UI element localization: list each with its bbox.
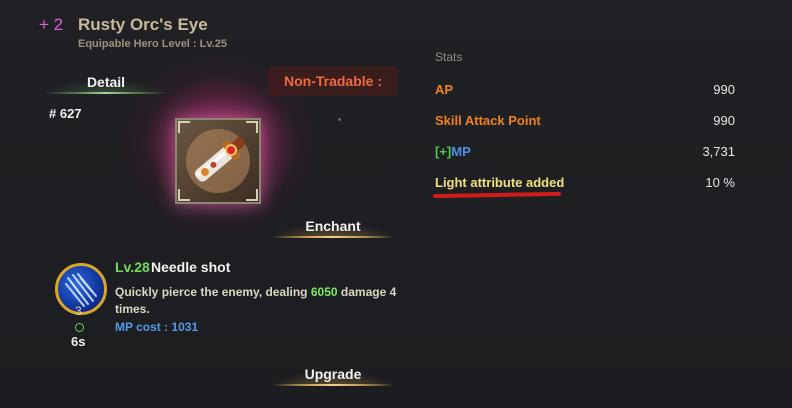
skill-mp-cost: MP cost : 1031 bbox=[115, 320, 199, 334]
skill-stack-count: 3 bbox=[75, 304, 82, 318]
stat-value: 990 bbox=[713, 113, 735, 128]
enchant-tab[interactable]: Enchant bbox=[272, 216, 394, 238]
item-icon-frame[interactable] bbox=[175, 118, 261, 204]
skill-name: Needle shot bbox=[151, 259, 231, 275]
stat-label-text: MP bbox=[451, 144, 471, 159]
stat-value: 3,731 bbox=[702, 144, 735, 159]
stat-label: Skill Attack Point bbox=[435, 113, 541, 128]
stat-value: 990 bbox=[713, 82, 735, 97]
skill-desc-text: Quickly pierce the enemy, dealing bbox=[115, 285, 311, 299]
stat-prefix: [+] bbox=[435, 144, 452, 159]
hero-level-requirement: Equipable Hero Level : Lv.25 bbox=[78, 38, 227, 50]
stat-label: Light attribute added bbox=[435, 175, 565, 190]
stat-row-ap: AP 990 bbox=[435, 82, 735, 100]
item-name: Rusty Orc's Eye bbox=[78, 15, 208, 34]
stat-value: 10 % bbox=[705, 175, 735, 190]
upgrade-tab-label: Upgrade bbox=[304, 366, 362, 382]
stats-heading: Stats bbox=[435, 50, 463, 64]
decorative-dot bbox=[338, 118, 341, 121]
dagger-icon bbox=[186, 129, 250, 193]
item-number: # 627 bbox=[49, 106, 82, 121]
enhance-level: + 2 bbox=[39, 15, 64, 34]
cooldown-gem-icon bbox=[75, 323, 84, 332]
stat-row-light-attribute: Light attribute added 10 % bbox=[435, 175, 735, 193]
enchant-tab-label: Enchant bbox=[305, 218, 361, 234]
stat-row-skill-attack: Skill Attack Point 990 bbox=[435, 113, 735, 131]
stat-label: AP bbox=[435, 82, 454, 97]
skill-level: Lv.28 bbox=[115, 259, 150, 275]
upgrade-tab[interactable]: Upgrade bbox=[272, 364, 394, 386]
stat-row-mp: [+]MP 3,731 bbox=[435, 144, 735, 162]
skill-description: Quickly pierce the enemy, dealing 6050 d… bbox=[115, 284, 405, 318]
tooltip-panel bbox=[0, 0, 792, 408]
skill-cooldown: 6s bbox=[71, 334, 86, 349]
stat-label: [+]MP bbox=[435, 144, 471, 159]
skill-damage-value: 6050 bbox=[310, 285, 338, 299]
